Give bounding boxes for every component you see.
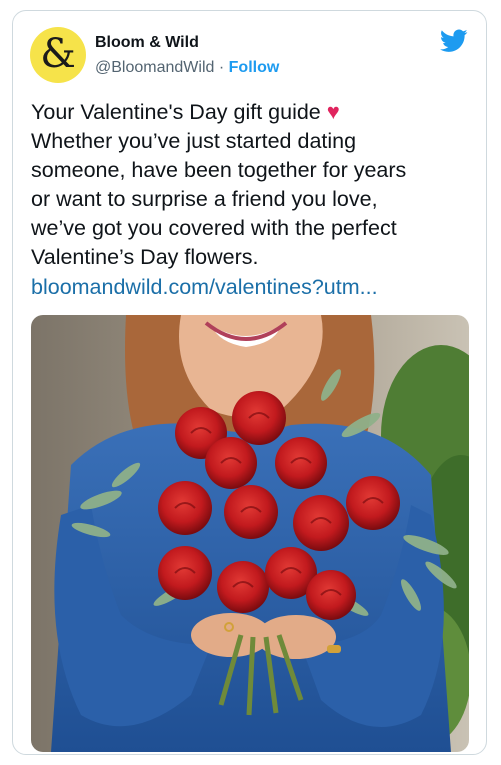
follow-button[interactable]: Follow (229, 59, 280, 76)
handle-row: @BloomandWild · Follow (95, 59, 279, 77)
avatar[interactable]: & (30, 27, 86, 83)
avatar-logo: & (40, 31, 76, 77)
tweet-text-line1: Your Valentine's Day gift guide (31, 100, 321, 124)
tweet-link[interactable]: bloomandwild.com/valentines?utm... (31, 275, 378, 300)
display-name[interactable]: Bloom & Wild (95, 34, 199, 52)
handle[interactable]: @BloomandWild (95, 59, 214, 76)
twitter-bird-icon[interactable] (440, 29, 468, 53)
tweet-text-body: Whether you’ve just started dating someo… (31, 129, 407, 269)
red-heart-icon: ♥ (326, 99, 340, 124)
tweet-media-image[interactable] (31, 315, 469, 752)
separator: · (218, 59, 225, 76)
bouquet-photo (31, 315, 469, 752)
tweet-text: Your Valentine's Day gift guide ♥ Whethe… (31, 97, 471, 272)
tweet-card[interactable]: & Bloom & Wild @BloomandWild · Follow Yo… (12, 10, 487, 755)
